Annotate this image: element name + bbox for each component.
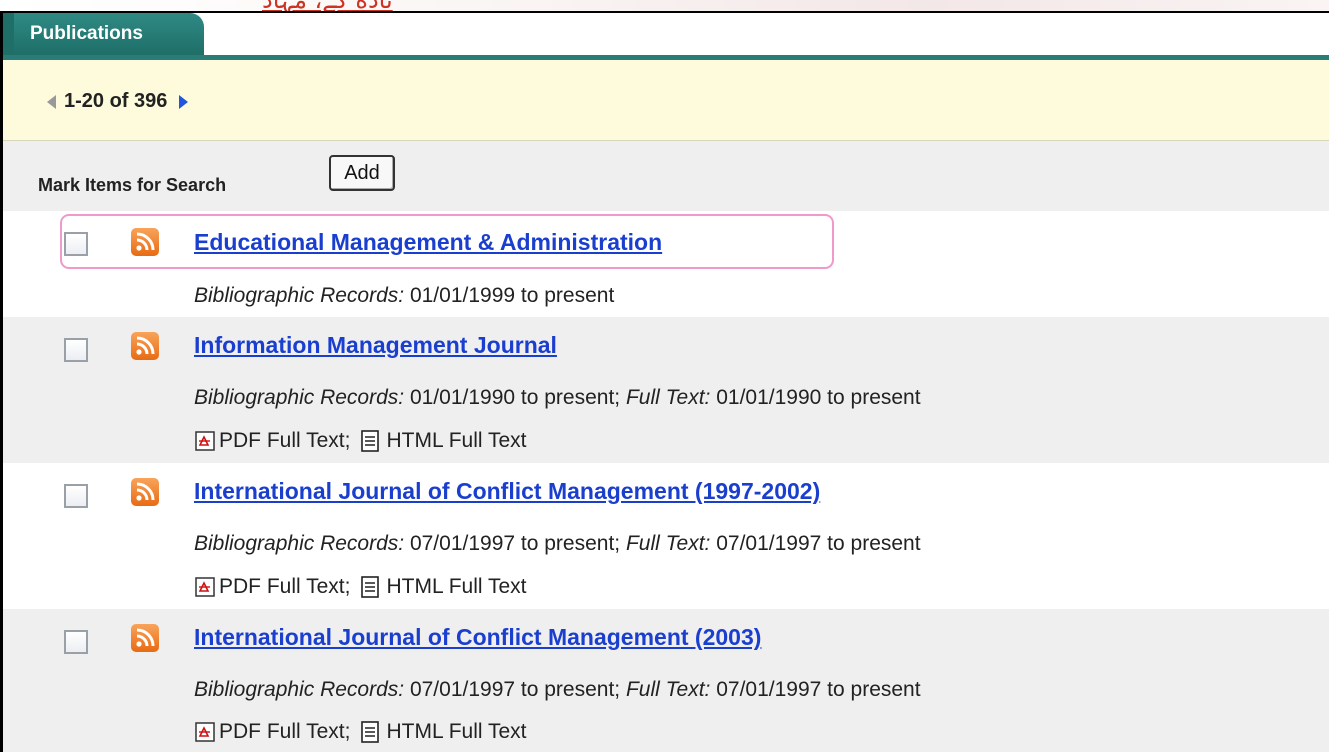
bib-label: Bibliographic Records: [194, 284, 405, 307]
select-checkbox[interactable] [64, 338, 88, 362]
fulltext-label: Full Text: [625, 678, 711, 701]
html-link[interactable]: HTML Full Text [386, 720, 526, 744]
fulltext-formats: PDF Full Text; HTML Full Text [194, 429, 527, 453]
mark-items-label: Mark Items for Search [38, 175, 227, 195]
add-button[interactable]: Add [329, 155, 395, 191]
rss-icon[interactable] [131, 332, 159, 360]
publication-title-link[interactable]: Information Management Journal [194, 332, 557, 359]
pdf-link[interactable]: PDF Full Text; [219, 720, 350, 744]
bib-label: Bibliographic Records: [194, 532, 405, 555]
html-link[interactable]: HTML Full Text [386, 575, 526, 599]
html-document-icon[interactable] [360, 576, 380, 598]
publication-coverage: Bibliographic Records: 01/01/1990 to pre… [194, 386, 921, 410]
bib-value: 07/01/1997 to present; [409, 532, 621, 555]
highlight-box [60, 214, 834, 269]
mark-items-bar: Mark Items for Search Add [3, 141, 1329, 211]
pagination-label: 1-20 of 396 [64, 90, 168, 112]
html-document-icon[interactable] [360, 430, 380, 452]
pdf-icon[interactable] [194, 576, 216, 598]
fulltext-label: Full Text: [625, 386, 711, 409]
left-border [0, 13, 3, 752]
bib-value: 07/01/1997 to present; [409, 678, 621, 701]
publication-title-link[interactable]: International Journal of Conflict Manage… [194, 478, 820, 505]
pdf-link[interactable]: PDF Full Text; [219, 575, 350, 599]
arrow-left-icon[interactable] [47, 94, 56, 109]
publication-title-link[interactable]: International Journal of Conflict Manage… [194, 624, 761, 651]
fulltext-value: 01/01/1990 to present [716, 386, 921, 409]
rss-icon[interactable] [131, 624, 159, 652]
pdf-icon[interactable] [194, 721, 216, 743]
fulltext-value: 07/01/1997 to present [716, 678, 921, 701]
publication-coverage: Bibliographic Records: 01/01/1999 to pre… [194, 284, 614, 308]
arrow-right-icon[interactable] [179, 94, 189, 109]
publication-coverage: Bibliographic Records: 07/01/1997 to pre… [194, 678, 921, 702]
select-checkbox[interactable] [64, 630, 88, 654]
fulltext-formats: PDF Full Text; HTML Full Text [194, 575, 527, 599]
pdf-link[interactable]: PDF Full Text; [219, 429, 350, 453]
fulltext-label: Full Text: [625, 532, 711, 555]
fulltext-value: 07/01/1997 to present [716, 532, 921, 555]
html-document-icon[interactable] [360, 721, 380, 743]
pagination-bar: 1-20 of 396 [3, 60, 1329, 141]
publication-coverage: Bibliographic Records: 07/01/1997 to pre… [194, 532, 921, 556]
pdf-icon[interactable] [194, 430, 216, 452]
bib-label: Bibliographic Records: [194, 386, 405, 409]
html-link[interactable]: HTML Full Text [386, 429, 526, 453]
tab-publications[interactable]: Publications [14, 13, 204, 55]
bib-label: Bibliographic Records: [194, 678, 405, 701]
fulltext-formats: PDF Full Text; HTML Full Text [194, 720, 527, 744]
rss-icon[interactable] [131, 478, 159, 506]
bib-value: 01/01/1999 to present [409, 284, 615, 307]
select-checkbox[interactable] [64, 484, 88, 508]
bib-value: 01/01/1990 to present; [409, 386, 621, 409]
